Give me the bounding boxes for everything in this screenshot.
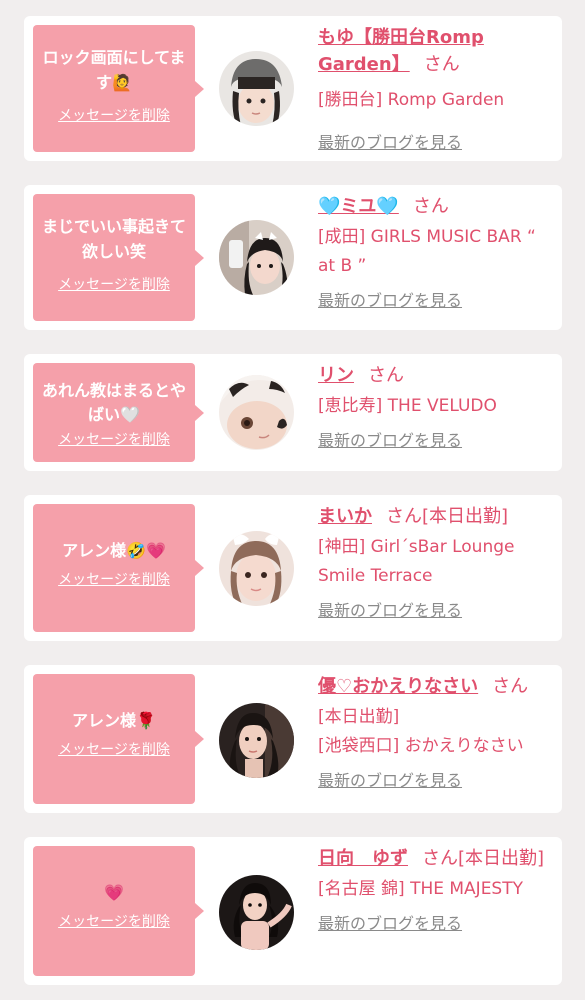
delete-message-link[interactable]: メッセージを削除: [58, 569, 170, 589]
latest-blog-link[interactable]: 最新のブログを見る: [318, 287, 462, 311]
message-bubble: アレン様🌹 メッセージを削除: [33, 674, 204, 804]
shop-name: [恵比寿] THE VELUDO: [318, 396, 497, 416]
san-suffix: さん: [423, 54, 460, 75]
status-badge: [本日出勤]: [458, 848, 545, 869]
latest-blog-link[interactable]: 最新のブログを見る: [318, 129, 462, 153]
name-line: もゆ【勝田台Romp Garden】 さん: [318, 24, 556, 78]
delete-message-link[interactable]: メッセージを削除: [58, 739, 170, 759]
message-text: アレン様🌹: [72, 711, 156, 730]
san-suffix: さん: [492, 676, 529, 697]
message-bubble: 💗 メッセージを削除: [33, 846, 204, 976]
avatar[interactable]: [219, 220, 294, 295]
cast-name-link[interactable]: リン: [318, 365, 354, 386]
message-text: まじでいい事起きて欲しい笑: [41, 217, 186, 261]
avatar[interactable]: [219, 703, 294, 778]
blog-row: 最新のブログを見る: [318, 597, 556, 621]
cast-name-link[interactable]: 日向 ゆず: [318, 848, 408, 869]
shop-name: [勝田台] Romp Garden: [318, 90, 505, 110]
shop-name: [成田] GIRLS MUSIC BAR “ at B ”: [318, 227, 536, 276]
blog-row: 最新のブログを見る: [318, 287, 556, 311]
message-text: あれん教はまるとやばい🤍: [41, 381, 186, 424]
message-card: アレン様🤣💗 メッセージを削除 まいか さん[本日出勤] [神田] Girl´sB…: [24, 495, 562, 641]
latest-blog-link[interactable]: 最新のブログを見る: [318, 767, 462, 791]
message-card: 💗 メッセージを削除 日向 ゆず さん[本日出勤] [名古屋 錦] THE MAJ…: [24, 837, 562, 985]
status-badge: [本日出勤]: [422, 506, 509, 527]
shop-name: [本日出勤] [池袋西口] おかえりなさい: [318, 707, 524, 756]
cast-name-link[interactable]: 優♡おかえりなさい: [318, 676, 478, 697]
san-suffix: さん: [368, 365, 404, 386]
delete-message-link[interactable]: メッセージを削除: [58, 429, 170, 449]
message-bubble: あれん教はまるとやばい🤍 メッセージを削除: [33, 363, 204, 462]
message-text: ロック画面にしてます🙋: [42, 48, 186, 92]
avatar[interactable]: [219, 375, 294, 450]
message-card: アレン様🌹 メッセージを削除 優♡おかえりなさい さん [本日出勤] [池袋西口]…: [24, 665, 562, 813]
name-line: 優♡おかえりなさい さん: [318, 673, 556, 700]
avatar[interactable]: [219, 51, 294, 126]
cast-info: リン さん [恵比寿] THE VELUDO 最新のブログを見る: [318, 362, 556, 451]
san-suffix: さん: [422, 848, 458, 869]
name-line: リン さん: [318, 362, 556, 389]
cast-info: もゆ【勝田台Romp Garden】 さん [勝田台] Romp Garden 最…: [318, 24, 556, 153]
cast-info: 優♡おかえりなさい さん [本日出勤] [池袋西口] おかえりなさい 最新のブログ…: [318, 673, 556, 791]
blog-row: 最新のブログを見る: [318, 910, 556, 934]
delete-message-link[interactable]: メッセージを削除: [58, 274, 170, 294]
blog-row: 最新のブログを見る: [318, 427, 556, 451]
name-line: まいか さん[本日出勤]: [318, 503, 556, 530]
san-suffix: さん: [412, 196, 449, 217]
message-card: まじでいい事起きて欲しい笑 メッセージを削除 🩵ミユ🩵 さん [成田] GIRLS…: [24, 185, 562, 330]
message-bubble: ロック画面にしてます🙋 メッセージを削除: [33, 25, 204, 152]
message-bubble: まじでいい事起きて欲しい笑 メッセージを削除: [33, 194, 204, 321]
cast-name-link[interactable]: 🩵ミユ🩵: [318, 196, 399, 217]
san-suffix: さん: [386, 506, 422, 527]
delete-message-link[interactable]: メッセージを削除: [58, 911, 170, 931]
latest-blog-link[interactable]: 最新のブログを見る: [318, 910, 462, 934]
blog-row: 最新のブログを見る: [318, 129, 556, 153]
message-card: ロック画面にしてます🙋 メッセージを削除 もゆ【勝田台Romp Garden】さ…: [24, 16, 562, 161]
name-line: 🩵ミユ🩵 さん: [318, 193, 556, 220]
cast-info: 日向 ゆず さん[本日出勤] [名古屋 錦] THE MAJESTY 最新のブログ…: [318, 845, 556, 934]
message-bubble: アレン様🤣💗 メッセージを削除: [33, 504, 204, 632]
message-text: 💗: [104, 883, 124, 902]
delete-message-link[interactable]: メッセージを削除: [58, 105, 170, 125]
latest-blog-link[interactable]: 最新のブログを見る: [318, 427, 462, 451]
shop-name: [神田] Girl´sBar Lounge Smile Terrace: [318, 537, 515, 586]
name-line: 日向 ゆず さん[本日出勤]: [318, 845, 556, 872]
cast-info: 🩵ミユ🩵 さん [成田] GIRLS MUSIC BAR “ at B ” 最新の…: [318, 193, 556, 311]
cast-info: まいか さん[本日出勤] [神田] Girl´sBar Lounge Smile …: [318, 503, 556, 621]
message-card: あれん教はまるとやばい🤍 メッセージを削除 リン さん [恵比寿] THE VEL…: [24, 354, 562, 471]
shop-name: [名古屋 錦] THE MAJESTY: [318, 879, 523, 899]
blog-row: 最新のブログを見る: [318, 767, 556, 791]
avatar[interactable]: [219, 531, 294, 606]
message-text: アレン様🤣💗: [62, 541, 166, 560]
avatar[interactable]: [219, 875, 294, 950]
latest-blog-link[interactable]: 最新のブログを見る: [318, 597, 462, 621]
cast-name-link[interactable]: まいか: [318, 506, 372, 527]
